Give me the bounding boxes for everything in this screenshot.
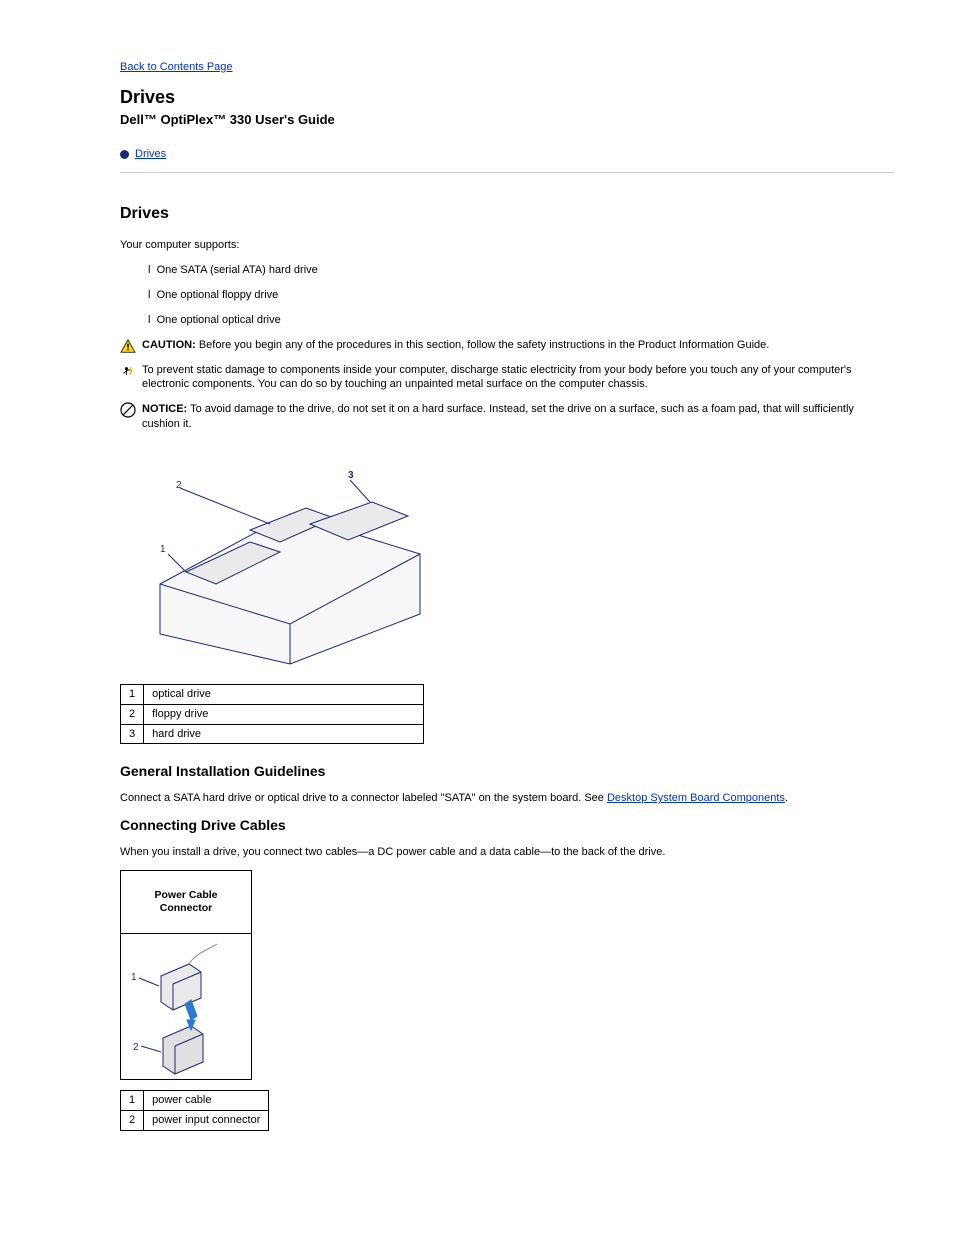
esd-icon [120, 364, 136, 378]
table-row: 2power input connector [121, 1110, 269, 1130]
chassis-diagram: 1 2 3 [120, 444, 894, 674]
power-connector-heading: Power Cable Connector [121, 871, 251, 934]
intro-item1: l One SATA (serial ATA) hard drive [148, 263, 894, 278]
intro-item2: l One optional floppy drive [148, 288, 894, 303]
chassis-callout-table: 1optical drive 2floppy drive 3hard drive [120, 684, 424, 745]
svg-text:3: 3 [348, 470, 354, 481]
table-row: 1power cable [121, 1091, 269, 1111]
toc-link-drives[interactable]: Drives [135, 147, 166, 162]
power-connector-frame: Power Cable Connector 1 2 [120, 870, 252, 1080]
manual-subtitle: Dell™ OptiPlex™ 330 User's Guide [120, 111, 894, 129]
table-row: 2floppy drive [121, 704, 424, 724]
table-row: 1optical drive [121, 684, 424, 704]
cables-text: When you install a drive, you connect tw… [120, 845, 894, 860]
desktop-board-link[interactable]: Desktop System Board Components [607, 792, 785, 804]
caution-icon [120, 339, 136, 353]
svg-text:1: 1 [160, 544, 166, 555]
intro-text: Your computer supports: [120, 238, 894, 253]
divider [120, 172, 894, 173]
notice-icon [120, 402, 136, 417]
notice-text: NOTICE: To avoid damage to the drive, do… [142, 402, 894, 432]
subhead-cables: Connecting Drive Cables [120, 816, 894, 835]
power-callout-table: 1power cable 2power input connector [120, 1090, 269, 1131]
svg-text:1: 1 [131, 972, 137, 983]
page-title: Drives [120, 85, 894, 109]
table-row: 3hard drive [121, 724, 424, 744]
bullet-icon [120, 150, 129, 159]
esd-notice-text: To prevent static damage to components i… [142, 363, 894, 393]
subhead-guidelines: General Installation Guidelines [120, 762, 894, 781]
section-heading-drives: Drives [120, 203, 894, 225]
svg-text:2: 2 [176, 480, 182, 491]
back-to-contents-link[interactable]: Back to Contents Page [120, 61, 233, 73]
intro-item3: l One optional optical drive [148, 313, 894, 328]
caution-text: CAUTION: Before you begin any of the pro… [142, 338, 769, 353]
guidelines-text: Connect a SATA hard drive or optical dri… [120, 791, 894, 806]
svg-text:2: 2 [133, 1042, 139, 1053]
